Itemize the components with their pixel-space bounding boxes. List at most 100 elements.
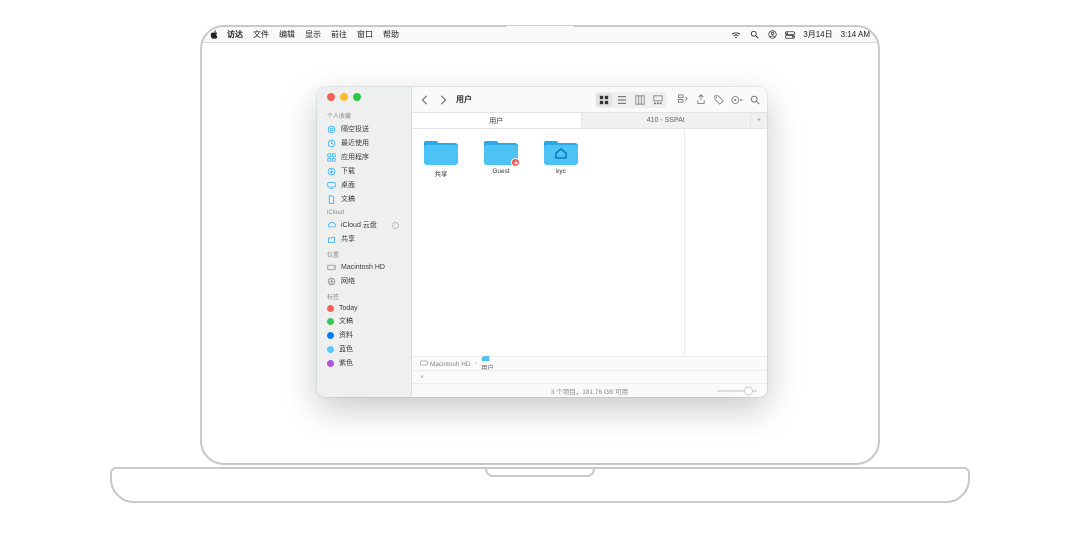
chevron-right-icon: › <box>475 360 477 367</box>
download-icon <box>327 167 336 176</box>
menu-file[interactable]: 文件 <box>253 29 269 40</box>
wifi-icon[interactable] <box>731 30 741 40</box>
clock-icon <box>327 139 336 148</box>
sidebar-item-airdrop[interactable]: 隔空投送 <box>317 122 411 136</box>
sidebar-item-shared[interactable]: 共享 <box>317 232 411 246</box>
sidebar-section-icloud: iCloud <box>317 206 411 218</box>
file-label: Guest <box>492 168 509 175</box>
folder-icon <box>424 139 458 165</box>
airdrop-icon <box>327 125 336 134</box>
spotlight-icon[interactable] <box>749 30 759 40</box>
finder-window: 个人收藏 隔空投送 最近使用 应用程序 下载 <box>317 87 767 397</box>
finder-tabbar: 用户 410 - SSPAI + <box>412 113 767 129</box>
sidebar-item-apps[interactable]: 应用程序 <box>317 150 411 164</box>
menu-help[interactable]: 帮助 <box>383 29 399 40</box>
sidebar-tag-ziliao[interactable]: 资料 <box>317 328 411 342</box>
sidebar-tag-lanse[interactable]: 蓝色 <box>317 342 411 356</box>
tag-dot-icon <box>327 318 334 325</box>
home-overlay-icon <box>554 147 568 159</box>
sidebar-item-desktop[interactable]: 桌面 <box>317 178 411 192</box>
tab-users[interactable]: 用户 <box>412 113 582 128</box>
control-center-icon[interactable] <box>785 30 795 40</box>
laptop-base <box>110 467 970 503</box>
sidebar-tag-today[interactable]: Today <box>317 303 411 314</box>
sidebar-item-network[interactable]: 网络 <box>317 274 411 288</box>
sidebar-item-downloads[interactable]: 下载 <box>317 164 411 178</box>
finder-content: 共享 Guest <box>412 129 767 356</box>
sidebar-tag-wengao[interactable]: 文稿 <box>317 314 411 328</box>
tag-dot-icon <box>327 332 334 339</box>
file-item-kyc[interactable]: kyc <box>540 139 582 346</box>
file-item-shared[interactable]: 共享 <box>420 139 462 346</box>
sidebar-tag-zise[interactable]: 紫色 <box>317 356 411 370</box>
tab-label: 410 - SSPAI <box>647 117 685 124</box>
pathbar-separator: × <box>412 370 767 383</box>
tags-button[interactable] <box>713 94 725 106</box>
apps-icon <box>327 153 336 162</box>
folder-mini-icon <box>481 355 494 362</box>
menubar-app-name[interactable]: 访达 <box>227 29 243 40</box>
search-button[interactable] <box>749 94 761 106</box>
view-list-button[interactable] <box>614 93 630 107</box>
sidebar-item-icloud-drive[interactable]: iCloud 云盘 <box>317 218 411 232</box>
tag-dot-icon <box>327 360 334 367</box>
view-gallery-button[interactable] <box>650 93 666 107</box>
nav-back-button[interactable] <box>418 93 432 107</box>
status-text: 3 个项目，181.76 GB 可用 <box>551 386 628 396</box>
preview-pane <box>685 129 767 356</box>
sidebar-item-label: Today <box>339 305 358 312</box>
sidebar-item-label: 隔空投送 <box>341 124 369 134</box>
sidebar-item-label: 应用程序 <box>341 152 369 162</box>
window-traffic-lights <box>317 93 411 107</box>
file-label: 共享 <box>435 168 448 178</box>
nav-forward-button[interactable] <box>436 93 450 107</box>
sidebar-item-documents[interactable]: 文稿 <box>317 192 411 206</box>
no-entry-badge-icon <box>511 158 520 167</box>
finder-toolbar: 用户 <box>412 87 767 113</box>
sidebar-item-recents[interactable]: 最近使用 <box>317 136 411 150</box>
share-button[interactable] <box>695 94 707 106</box>
menubar-date[interactable]: 3月14日 <box>803 29 832 40</box>
menubar-time[interactable]: 3:14 AM <box>841 30 870 39</box>
sidebar-item-label: 下载 <box>341 166 355 176</box>
laptop-frame: 访达 文件 编辑 显示 前往 窗口 帮助 <box>200 25 880 465</box>
sidebar-item-label: 桌面 <box>341 180 355 190</box>
group-by-button[interactable] <box>677 94 689 106</box>
window-close-button[interactable] <box>327 93 335 101</box>
sidebar-item-label: 文稿 <box>341 194 355 204</box>
view-column-button[interactable] <box>632 93 648 107</box>
files-area[interactable]: 共享 Guest <box>412 129 685 356</box>
window-zoom-button[interactable] <box>353 93 361 101</box>
action-button[interactable] <box>731 94 743 106</box>
menu-view[interactable]: 显示 <box>305 29 321 40</box>
sidebar-section-tags: 标签 <box>317 288 411 303</box>
view-icon-button[interactable] <box>596 93 612 107</box>
sidebar-item-macintosh-hd[interactable]: Macintosh HD <box>317 261 411 274</box>
menu-window[interactable]: 窗口 <box>357 29 373 40</box>
cloud-icon <box>327 221 336 230</box>
sidebar-item-label: 资料 <box>339 330 353 340</box>
menubar-items: 文件 编辑 显示 前往 窗口 帮助 <box>253 29 399 40</box>
tab-sspai[interactable]: 410 - SSPAI <box>582 113 752 128</box>
disk-icon <box>327 263 336 272</box>
sidebar-item-label: Macintosh HD <box>341 264 385 271</box>
path-segment-disk[interactable]: Macintosh HD <box>420 359 471 368</box>
menu-go[interactable]: 前往 <box>331 29 347 40</box>
tag-dot-icon <box>327 305 334 312</box>
menu-edit[interactable]: 编辑 <box>279 29 295 40</box>
window-minimize-button[interactable] <box>340 93 348 101</box>
user-icon[interactable] <box>767 30 777 40</box>
sidebar-section-locations: 位置 <box>317 246 411 261</box>
window-title: 用户 <box>456 94 472 105</box>
finder-main: 用户 <box>412 87 767 397</box>
macos-menubar: 访达 文件 编辑 显示 前往 窗口 帮助 <box>202 27 878 43</box>
tab-label: 用户 <box>489 116 503 126</box>
sidebar-item-label: 蓝色 <box>339 344 353 354</box>
tab-add-button[interactable]: + <box>751 113 767 128</box>
file-item-guest[interactable]: Guest <box>480 139 522 346</box>
sidebar-item-label: 最近使用 <box>341 138 369 148</box>
apple-menu[interactable] <box>210 30 219 39</box>
close-pathbar-icon[interactable]: × <box>412 374 432 381</box>
icon-size-slider[interactable] <box>717 390 757 392</box>
folder-icon <box>484 139 518 165</box>
